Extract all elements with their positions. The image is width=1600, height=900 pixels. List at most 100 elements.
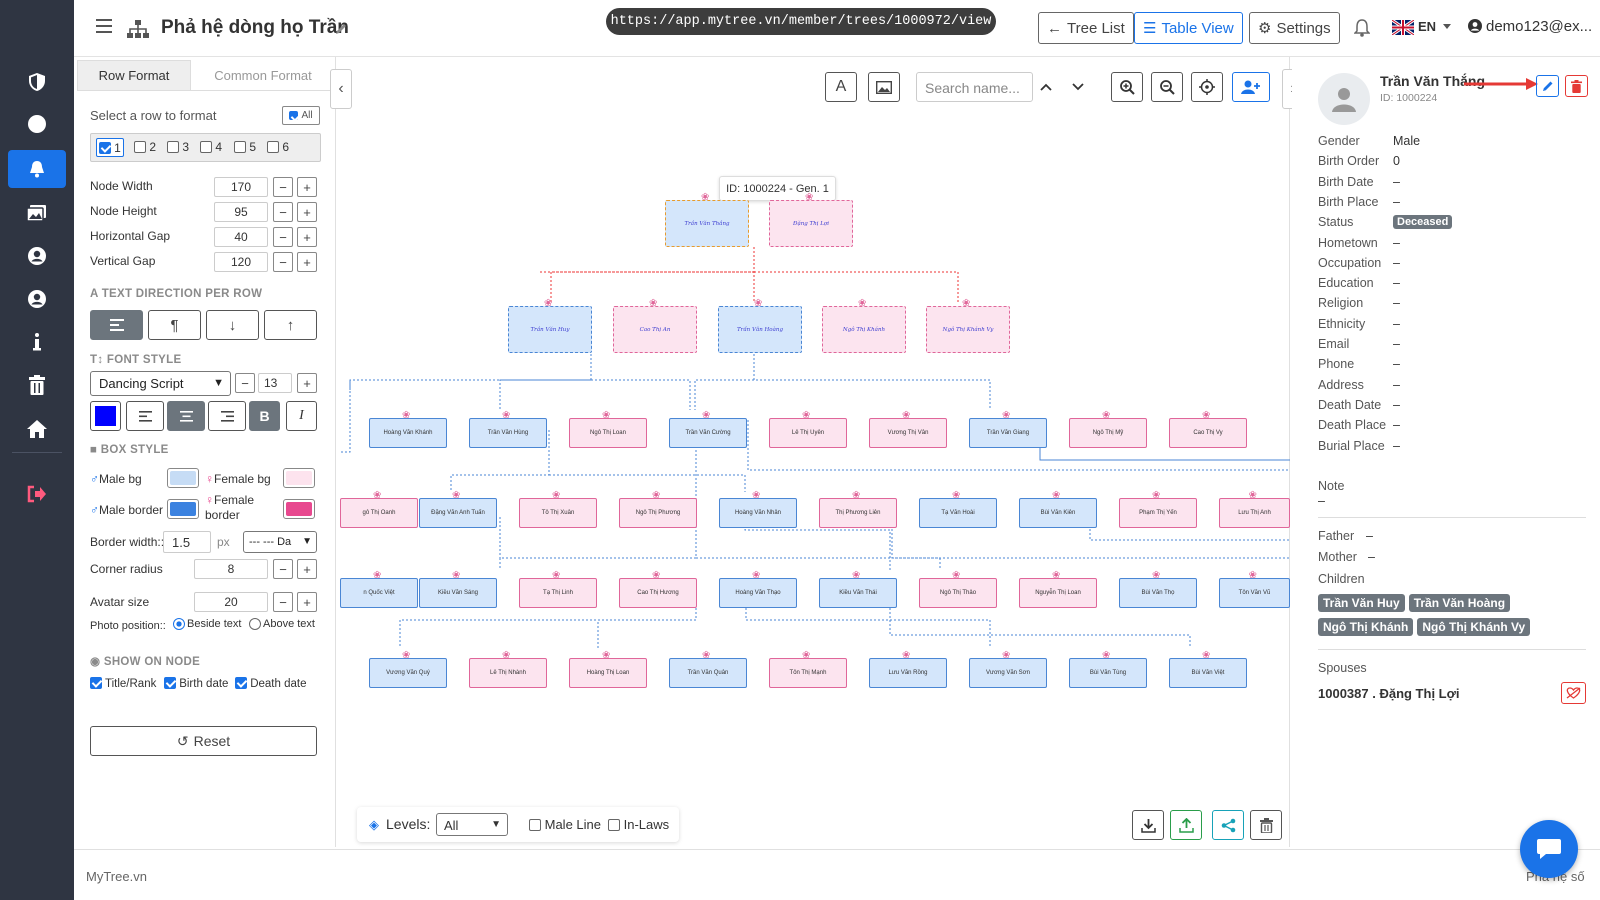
image-button[interactable] [868, 72, 900, 102]
tree-node[interactable]: Ngô Thị Khánh Vy [926, 306, 1010, 353]
corner-radius-plus-button[interactable]: + [297, 559, 317, 579]
tree-node[interactable]: Vương Văn Sơn [969, 658, 1047, 688]
bell-icon[interactable] [1353, 19, 1371, 42]
tree-node[interactable]: Hoàng Thị Loan [569, 658, 647, 688]
align-right-button[interactable] [208, 401, 246, 431]
title-rank-checkbox[interactable]: Title/Rank [90, 677, 156, 690]
row-option-3[interactable]: 3 [167, 140, 189, 154]
font-size-plus-button[interactable]: + [297, 373, 317, 393]
tree-node[interactable]: Trần Văn Hoàng [718, 306, 802, 353]
language-select[interactable]: EN [1418, 19, 1436, 34]
direction-horizontal-button[interactable] [90, 310, 143, 340]
death-date-checkbox[interactable]: Death date [235, 677, 306, 690]
corner-radius-input[interactable]: 8 [194, 559, 268, 579]
user-email[interactable]: demo123@ex... [1486, 18, 1592, 35]
tree-node[interactable]: Vương Thị Vân [869, 418, 947, 448]
logout-icon[interactable] [8, 475, 66, 513]
spouse-link[interactable]: 1000387 . Đặng Thị Lợi [1318, 686, 1459, 701]
avatar-size-minus-button[interactable]: − [273, 592, 293, 612]
share-button[interactable] [1212, 810, 1244, 840]
search-input[interactable]: Search name... [916, 72, 1033, 102]
download-button[interactable] [1132, 810, 1164, 840]
tree-node[interactable]: Ngô Thị Thảo [919, 578, 997, 608]
row-option-5[interactable]: 5 [234, 140, 256, 154]
clear-button[interactable] [1250, 810, 1282, 840]
account-icon[interactable] [8, 280, 66, 318]
edit-member-button[interactable] [1536, 75, 1559, 97]
tree-node[interactable]: Kiều Văn Sáng [419, 578, 497, 608]
row-option-4[interactable]: 4 [200, 140, 222, 154]
center-button[interactable] [1191, 72, 1223, 102]
tab-common-format[interactable]: Common Format [191, 60, 335, 90]
info-icon[interactable] [8, 323, 66, 361]
font-size-minus-button[interactable]: − [235, 373, 255, 393]
avatar-size-plus-button[interactable]: + [297, 592, 317, 612]
chat-button[interactable] [1520, 820, 1578, 878]
child-tag[interactable]: Trần Văn Huy [1318, 594, 1405, 612]
tree-node[interactable]: Ngô Thị Khánh [822, 306, 906, 353]
border-style-select[interactable]: --- --- Da ▼ [243, 531, 317, 553]
tree-node[interactable]: Bùi Văn Việt [1169, 658, 1247, 688]
unlink-spouse-button[interactable] [1561, 682, 1586, 704]
tree-node[interactable]: Hoàng Văn Thạo [719, 578, 797, 608]
child-tag[interactable]: Ngô Thị Khánh Vy [1417, 618, 1531, 636]
tree-node[interactable]: Hoàng Văn Khánh [369, 418, 447, 448]
tree-node[interactable]: Tôn Thị Mạnh [769, 658, 847, 688]
trash-icon[interactable] [8, 366, 66, 404]
tree-node[interactable]: Trần Văn Cường [669, 418, 747, 448]
vgap-minus-button[interactable]: − [273, 252, 293, 272]
tree-node[interactable]: Bùi Văn Kiên [1019, 498, 1097, 528]
tree-list-button[interactable]: ← Tree List [1038, 12, 1134, 44]
tree-node[interactable]: Bùi Văn Thọ [1119, 578, 1197, 608]
tree-node[interactable]: Lưu Thị Anh [1219, 498, 1290, 528]
node-width-minus-button[interactable]: − [273, 177, 293, 197]
tree-node[interactable]: Bùi Văn Tùng [1069, 658, 1147, 688]
avatar-size-input[interactable]: 20 [194, 592, 268, 612]
tree-node[interactable]: Ngô Thị Mỹ [1069, 418, 1147, 448]
node-width-plus-button[interactable]: + [297, 177, 317, 197]
tree-node[interactable]: Hoàng Văn Nhân [719, 498, 797, 528]
male-bg-picker[interactable] [167, 468, 199, 488]
vgap-input[interactable]: 120 [214, 252, 268, 272]
male-line-checkbox[interactable]: Male Line [529, 817, 601, 832]
tree-node[interactable]: Tạ Văn Hoài [919, 498, 997, 528]
tree-node[interactable]: Vương Văn Quý [369, 658, 447, 688]
tree-node[interactable]: Cao Thị Hương [619, 578, 697, 608]
tree-node[interactable]: Lê Thị Uyên [769, 418, 847, 448]
tab-row-format[interactable]: Row Format [77, 60, 191, 90]
upload-button[interactable] [1170, 810, 1202, 840]
italic-button[interactable]: I [286, 401, 317, 431]
tree-node[interactable]: Thị Phương Liên [819, 498, 897, 528]
above-text-radio[interactable]: Above text [249, 618, 315, 630]
reset-button[interactable]: ↺ Reset [90, 726, 317, 756]
row-option-2[interactable]: 2 [134, 140, 156, 154]
child-tag[interactable]: Ngô Thị Khánh [1318, 618, 1414, 636]
circle-icon[interactable] [8, 105, 66, 143]
zoom-in-button[interactable] [1111, 72, 1143, 102]
user-circle-icon[interactable] [8, 237, 66, 275]
tree-icon[interactable] [8, 150, 66, 188]
font-size-input[interactable]: 13 [258, 373, 292, 393]
in-laws-checkbox[interactable]: In-Laws [608, 817, 669, 832]
tree-node[interactable]: Tôn Văn Vũ [1219, 578, 1290, 608]
birth-date-checkbox[interactable]: Birth date [164, 677, 228, 690]
shield-icon[interactable] [8, 63, 66, 101]
row-option-1[interactable]: 1 [96, 138, 124, 157]
tree-node[interactable]: Trần Văn Huy [508, 306, 592, 353]
select-all-button[interactable]: All [282, 106, 320, 125]
hgap-minus-button[interactable]: − [273, 227, 293, 247]
tree-node[interactable]: Ngô Thị Phương [619, 498, 697, 528]
tree-node[interactable]: gô Thị Oanh [340, 498, 418, 528]
tree-node[interactable]: Lê Thị Nhành [469, 658, 547, 688]
settings-button[interactable]: ⚙ Settings [1249, 12, 1340, 44]
align-left-button[interactable] [126, 401, 164, 431]
table-view-button[interactable]: ☰ Table View [1134, 12, 1243, 44]
tree-node[interactable]: n Quốc Việt [340, 578, 418, 608]
zoom-out-button[interactable] [1151, 72, 1183, 102]
add-member-button[interactable] [1232, 72, 1270, 102]
edit-title-icon[interactable] [334, 22, 348, 41]
tree-node[interactable]: Trần Văn Quân [669, 658, 747, 688]
tree-node[interactable]: Cao Thị An [613, 306, 697, 353]
collapse-left-button[interactable]: ‹ [330, 69, 352, 109]
node-height-plus-button[interactable]: + [297, 202, 317, 222]
